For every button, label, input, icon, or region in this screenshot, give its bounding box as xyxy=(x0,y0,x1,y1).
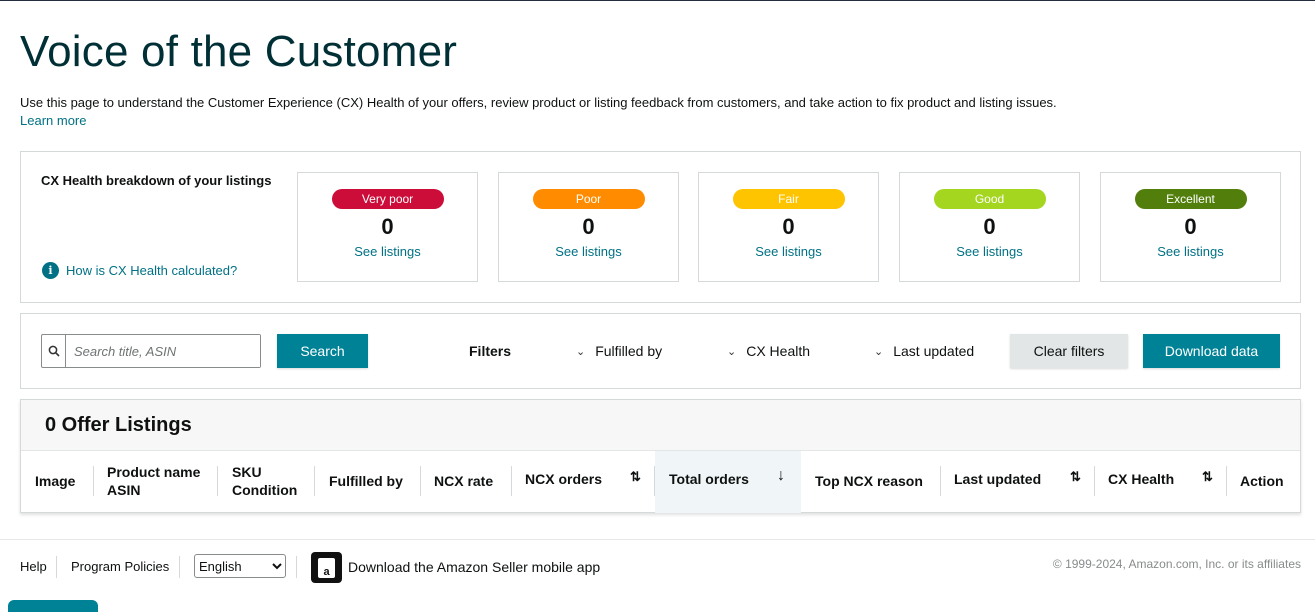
last-updated-dropdown[interactable]: ⌄ Last updated xyxy=(874,343,974,359)
table-header-bar xyxy=(21,400,1300,451)
health-count-excellent: 0 xyxy=(1184,214,1197,239)
download-data-button[interactable]: Download data xyxy=(1143,334,1280,368)
cx-health-help-label[interactable]: How is CX Health calculated? xyxy=(66,263,237,278)
info-icon: i xyxy=(42,262,59,279)
cx-health-help-link[interactable]: i How is CX Health calculated? xyxy=(42,262,237,279)
health-count-good: 0 xyxy=(983,214,996,239)
column-condition-label: Condition xyxy=(232,482,298,498)
language-select[interactable]: English xyxy=(194,554,286,578)
health-card-very-poor: Very poor 0 See listings xyxy=(297,172,478,282)
column-sku[interactable]: SKU Condition xyxy=(217,451,314,513)
clear-filters-button[interactable]: Clear filters xyxy=(1010,334,1128,368)
footer-divider xyxy=(0,539,1315,540)
column-ncx-rate-label: NCX rate xyxy=(434,473,494,489)
see-listings-fair[interactable]: See listings xyxy=(699,244,878,259)
cx-health-title: CX Health breakdown of your listings xyxy=(41,173,272,188)
copyright-text: © 1999-2024, Amazon.com, Inc. or its aff… xyxy=(1052,557,1301,571)
column-ncx-orders-label: NCX orders xyxy=(525,471,603,487)
health-badge-fair: Fair xyxy=(732,189,845,209)
last-updated-filter-label: Last updated xyxy=(893,343,975,359)
filter-bar: Search Filters ⌄ Fulfilled by ⌄ CX Healt… xyxy=(20,313,1301,389)
column-total-orders[interactable]: Total orders ↓ xyxy=(655,451,801,513)
chevron-down-icon: ⌄ xyxy=(576,345,586,358)
health-card-poor: Poor 0 See listings xyxy=(498,172,679,282)
health-count-poor: 0 xyxy=(582,214,595,239)
column-cx-health[interactable]: CX Health ⇅ xyxy=(1094,451,1226,513)
help-link[interactable]: Help xyxy=(20,559,47,574)
see-listings-good[interactable]: See listings xyxy=(900,244,1079,259)
cx-health-panel: CX Health breakdown of your listings i H… xyxy=(20,151,1301,303)
see-listings-poor[interactable]: See listings xyxy=(499,244,678,259)
chevron-down-icon: ⌄ xyxy=(727,345,737,358)
column-image: Image xyxy=(21,451,93,513)
column-fulfilled-by[interactable]: Fulfilled by xyxy=(314,451,420,513)
search-input[interactable] xyxy=(66,335,260,367)
column-ncx-rate[interactable]: NCX rate xyxy=(420,451,511,513)
footer-separator xyxy=(179,556,180,578)
health-card-excellent: Excellent 0 See listings xyxy=(1100,172,1281,282)
amazon-app-icon[interactable]: a xyxy=(311,552,342,583)
see-listings-excellent[interactable]: See listings xyxy=(1101,244,1280,259)
footer-separator xyxy=(296,556,297,578)
search-icon xyxy=(42,335,66,367)
search-button[interactable]: Search xyxy=(277,334,368,368)
fulfilled-by-label: Fulfilled by xyxy=(595,343,663,359)
program-policies-link[interactable]: Program Policies xyxy=(71,559,169,574)
health-count-very-poor: 0 xyxy=(381,214,394,239)
sort-icon[interactable]: ⇅ xyxy=(1070,469,1081,485)
chevron-down-icon: ⌄ xyxy=(874,345,884,358)
health-badge-poor: Poor xyxy=(532,189,645,209)
page-title: Voice of the Customer xyxy=(20,27,458,76)
column-fulfilled-by-label: Fulfilled by xyxy=(329,473,403,489)
column-sku-label: SKU xyxy=(232,464,262,480)
column-product-name[interactable]: Product name ASIN xyxy=(93,451,217,513)
sort-descending-icon[interactable]: ↓ xyxy=(777,467,785,485)
column-action-label: Action xyxy=(1240,473,1284,489)
column-asin-label: ASIN xyxy=(107,482,141,498)
cx-health-filter-label: CX Health xyxy=(746,343,811,359)
footer-separator xyxy=(56,556,57,578)
column-last-updated[interactable]: Last updated ⇅ xyxy=(940,451,1094,513)
health-badge-good: Good xyxy=(933,189,1046,209)
search-box xyxy=(41,334,261,368)
column-action: Action xyxy=(1226,451,1301,513)
cx-health-dropdown[interactable]: ⌄ CX Health xyxy=(727,343,810,359)
listings-table: 0 Offer Listings Image Product name ASIN… xyxy=(20,399,1301,513)
page-description: Use this page to understand the Customer… xyxy=(20,95,1057,110)
learn-more-link[interactable]: Learn more xyxy=(20,113,86,128)
column-ncx-orders[interactable]: NCX orders ⇅ xyxy=(511,451,654,513)
column-cx-health-label: CX Health xyxy=(1108,471,1175,487)
column-image-label: Image xyxy=(35,473,76,489)
column-total-orders-label: Total orders xyxy=(669,471,749,487)
column-top-ncx-reason-label: Top NCX reason xyxy=(815,473,923,489)
health-card-fair: Fair 0 See listings xyxy=(698,172,879,282)
health-badge-very-poor: Very poor xyxy=(331,189,444,209)
fulfilled-by-dropdown[interactable]: ⌄ Fulfilled by xyxy=(576,343,662,359)
offer-listings-count: 0 Offer Listings xyxy=(45,414,192,436)
column-last-updated-label: Last updated xyxy=(954,471,1042,487)
column-product-name-label: Product name xyxy=(107,464,201,480)
column-top-ncx-reason[interactable]: Top NCX reason xyxy=(801,451,940,513)
health-badge-excellent: Excellent xyxy=(1134,189,1247,209)
download-app-link[interactable]: Download the Amazon Seller mobile app xyxy=(348,559,600,575)
sort-icon[interactable]: ⇅ xyxy=(1202,469,1213,485)
sort-icon[interactable]: ⇅ xyxy=(630,469,641,485)
health-card-good: Good 0 See listings xyxy=(899,172,1080,282)
feedback-tab[interactable] xyxy=(8,600,98,612)
health-count-fair: 0 xyxy=(782,214,795,239)
filters-label: Filters xyxy=(469,343,512,359)
see-listings-very-poor[interactable]: See listings xyxy=(298,244,477,259)
